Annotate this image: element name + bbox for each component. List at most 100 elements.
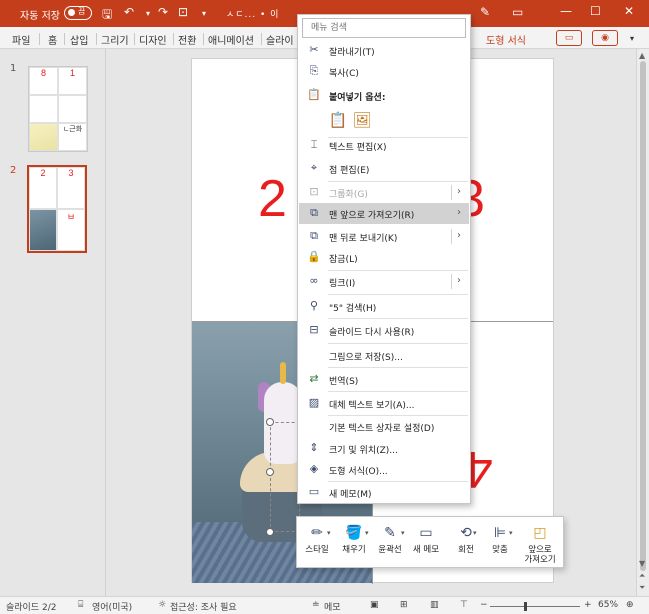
menu-item-bring-to-front[interactable]: ⧉ 맨 앞으로 가져오기(R) ›: [299, 203, 469, 224]
ribbon-display-icon[interactable]: ▭: [512, 5, 523, 19]
tab-slideshow[interactable]: 슬라이: [266, 32, 294, 47]
menu-item-send-to-back[interactable]: ⧉ 맨 뒤로 보내기(K) ›: [299, 226, 469, 247]
menu-item-label: 그림으로 저장(S)...: [329, 353, 403, 363]
reading-view-icon[interactable]: ▥: [430, 600, 439, 610]
style-button[interactable]: ✏ 스타일 ▾: [301, 521, 333, 565]
autosave-label: 자동 저장: [20, 11, 60, 22]
notes-icon[interactable]: ≐: [312, 600, 320, 610]
zoom-slider-knob[interactable]: [524, 602, 527, 611]
fit-slide-icon[interactable]: ⊕: [626, 600, 634, 610]
comments-button[interactable]: ▭: [556, 30, 582, 46]
minimize-icon[interactable]: —: [560, 4, 572, 18]
thumb-cell: ㅂ: [57, 209, 85, 251]
menu-separator: [328, 318, 468, 319]
mini-label: 맞춤: [492, 545, 508, 555]
scrollbar-thumb[interactable]: [640, 61, 646, 571]
menu-item-label: 새 메모(M): [329, 490, 372, 500]
undo-icon[interactable]: ↶: [124, 5, 134, 19]
chevron-right-icon[interactable]: ›: [457, 275, 461, 286]
tab-file[interactable]: 파일: [12, 32, 30, 47]
menu-item-new-comment[interactable]: ▭ 새 메모(M): [299, 482, 469, 503]
paste-keep-source-icon[interactable]: 📋: [328, 111, 348, 131]
maximize-icon[interactable]: ☐: [590, 4, 601, 18]
tab-animations[interactable]: 애니메이션: [208, 32, 254, 47]
menu-item-reuse-slides[interactable]: ⊟ 슬라이드 다시 사용(R): [299, 320, 469, 341]
redo-icon[interactable]: ↷: [158, 5, 168, 19]
next-slide-icon[interactable]: ⏷: [639, 583, 645, 593]
tab-draw[interactable]: 그리기: [101, 32, 129, 47]
size-position-icon: ⇕: [309, 441, 319, 454]
menu-item-search[interactable]: ⚲ "5" 검색(H): [299, 296, 469, 317]
menu-item-format-shape[interactable]: ◈ 도형 서식(O)...: [299, 459, 469, 480]
menu-item-label: 기본 텍스트 상자로 설정(D): [329, 424, 435, 434]
scroll-up-icon[interactable]: ▲: [639, 51, 645, 60]
vertical-scrollbar[interactable]: ▲ ▼ ⏶ ⏷: [636, 49, 649, 596]
menu-search-box[interactable]: [302, 18, 466, 38]
outline-button[interactable]: ✎ 윤곽선 ▾: [373, 521, 407, 565]
notes-button[interactable]: 메모: [324, 600, 341, 613]
slide-number-text[interactable]: 2: [258, 169, 287, 229]
tab-transitions[interactable]: 전환: [178, 32, 196, 47]
menu-item-edit-points[interactable]: ⌖ 점 편집(E): [299, 158, 469, 179]
zoom-in-icon[interactable]: +: [584, 600, 592, 610]
tab-design[interactable]: 디자인: [139, 32, 167, 47]
menu-item-link[interactable]: ∞ 링크(I) ›: [299, 271, 469, 292]
slide-info: 슬라이드 2/2: [6, 603, 57, 613]
menu-item-save-as-picture[interactable]: 그림으로 저장(S)...: [299, 345, 469, 366]
close-icon[interactable]: ✕: [624, 4, 634, 18]
scroll-down-icon[interactable]: ▼: [639, 559, 645, 568]
language-status[interactable]: 영어(미국): [92, 600, 132, 613]
zoom-out-icon[interactable]: −: [480, 600, 488, 610]
accessibility-icon[interactable]: ☼: [158, 600, 166, 610]
menu-item-alt-text[interactable]: ▨ 대체 텍스트 보기(A)...: [299, 393, 469, 414]
slideshow-icon[interactable]: ⊤: [460, 600, 468, 610]
slide-thumbnail-1[interactable]: 8 1 ㄴ근화: [28, 66, 88, 152]
accessibility-status[interactable]: 접근성: 조사 필요: [170, 600, 237, 613]
menu-item-edit-text[interactable]: ⌶ 텍스트 편집(X): [299, 135, 469, 156]
present-icon[interactable]: ⊡: [178, 5, 188, 19]
tab-home[interactable]: 홈: [48, 32, 57, 47]
pen-icon[interactable]: ✎: [480, 5, 490, 19]
chevron-right-icon[interactable]: ›: [457, 230, 461, 241]
new-comment-button[interactable]: ▭ 새 메모: [409, 521, 443, 565]
resize-handle[interactable]: [266, 468, 274, 476]
fill-button[interactable]: 🪣 채우기 ▾: [337, 521, 371, 565]
align-button[interactable]: ⊫ 맞춤 ▾: [485, 521, 515, 565]
menu-item-size-position[interactable]: ⇕ 크기 및 위치(Z)...: [299, 438, 469, 459]
slide-thumbnail-2[interactable]: 2 3 ㅂ: [27, 165, 87, 253]
undo-dropdown-icon[interactable]: ▾: [146, 9, 150, 18]
slide-sorter-icon[interactable]: ⊞: [400, 600, 408, 610]
zoom-slider[interactable]: [490, 606, 580, 607]
zoom-level[interactable]: 65%: [598, 600, 618, 610]
menu-item-lock[interactable]: 🔒 잠금(L): [299, 247, 469, 268]
prev-slide-icon[interactable]: ⏶: [639, 571, 645, 581]
normal-view-icon[interactable]: ▣: [370, 600, 379, 610]
resize-handle[interactable]: [266, 418, 274, 426]
bring-forward-button[interactable]: ◰ 앞으로 가져오기: [519, 521, 561, 565]
tab-insert[interactable]: 삽입: [70, 32, 88, 47]
menu-item-label: 도형 서식(O)...: [329, 467, 388, 477]
autosave-toggle[interactable]: 끔: [64, 6, 92, 20]
mini-label: 앞으로: [528, 545, 552, 555]
rotate-button[interactable]: ⟲ 회전 ▾: [453, 521, 479, 565]
menu-item-cut[interactable]: ✂ 잘라내기(T): [299, 40, 469, 61]
record-button[interactable]: ◉: [592, 30, 618, 46]
menu-search-input[interactable]: [303, 19, 465, 37]
menu-item-set-default-textbox[interactable]: 기본 텍스트 상자로 설정(D): [299, 416, 469, 437]
paste-picture-icon[interactable]: 🖼: [352, 111, 372, 131]
ribbon-expand-icon[interactable]: ▾: [630, 34, 634, 43]
toggle-state: 끔: [78, 7, 86, 16]
menu-item-group: ⊡ 그룹화(G) ›: [299, 182, 469, 203]
customize-icon[interactable]: ▾: [202, 9, 206, 18]
submenu-divider: [451, 185, 452, 200]
menu-item-label: 텍스트 편집(X): [329, 143, 387, 153]
spellcheck-icon[interactable]: ⌸: [78, 600, 83, 610]
menu-item-translate[interactable]: ⇄ 번역(S): [299, 369, 469, 390]
chevron-right-icon[interactable]: ›: [457, 207, 461, 218]
menu-item-copy[interactable]: ⎘ 복사(C): [299, 61, 469, 82]
resize-handle[interactable]: [266, 528, 274, 536]
thumb-cell: ㄴ근화: [58, 122, 87, 151]
thumb-cell: 3: [57, 167, 85, 209]
tab-shape-format[interactable]: 도형 서식: [486, 32, 526, 47]
save-icon[interactable]: 🖫: [102, 5, 112, 26]
